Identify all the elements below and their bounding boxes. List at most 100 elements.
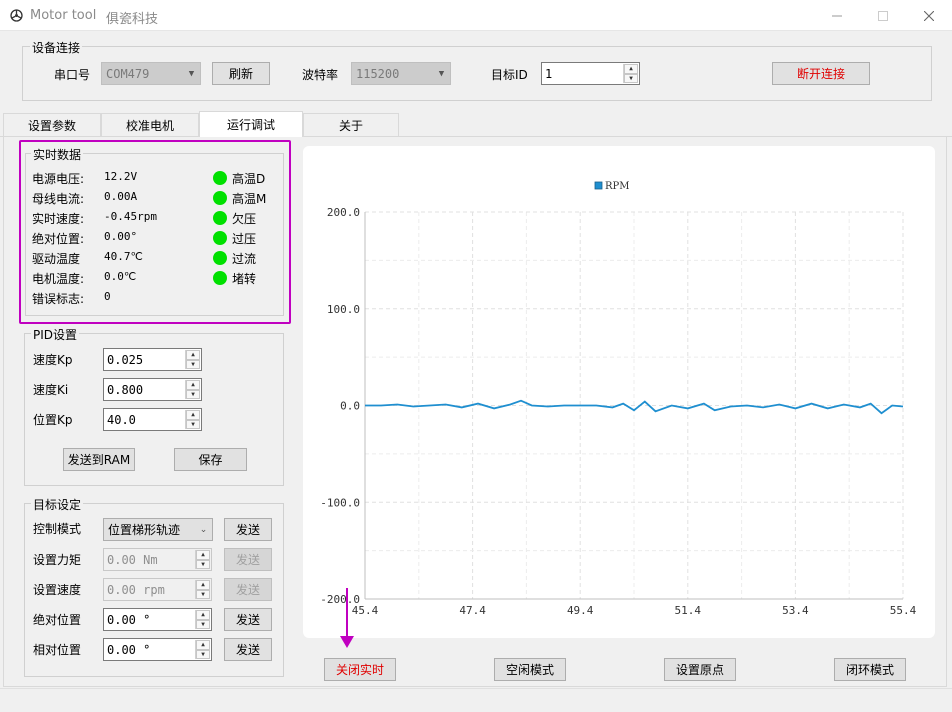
y-tick-label: 200.0 bbox=[327, 206, 360, 219]
target-stepper[interactable]: 0.00 ° ▲ ▼ bbox=[103, 608, 212, 631]
target-label: 相对位置 bbox=[33, 643, 82, 657]
pid-stepper[interactable]: 0.025 ▲ ▼ bbox=[103, 348, 202, 371]
maximize-button[interactable] bbox=[860, 0, 906, 31]
window-title: Motor tool bbox=[30, 8, 97, 23]
chevron-down-icon: ⌄ bbox=[199, 524, 208, 535]
port-label: 串口号 bbox=[54, 68, 91, 82]
target-send-button[interactable]: 发送 bbox=[224, 548, 272, 571]
x-tick-label: 53.4 bbox=[782, 604, 809, 617]
control-mode-select[interactable]: 位置梯形轨迹 ⌄ bbox=[103, 518, 213, 541]
spin-down-icon[interactable]: ▼ bbox=[196, 589, 210, 599]
tab-settings[interactable]: 设置参数 bbox=[3, 113, 101, 136]
set-origin-button[interactable]: 设置原点 bbox=[664, 658, 736, 681]
maximize-icon bbox=[878, 10, 888, 21]
target-label: 设置速度 bbox=[33, 583, 82, 597]
target-send-button[interactable]: 发送 bbox=[224, 638, 272, 661]
spin-down-icon[interactable]: ▼ bbox=[186, 389, 200, 399]
status-led-icon bbox=[213, 231, 227, 245]
target-id-stepper[interactable]: 1 ▲ ▼ bbox=[541, 62, 640, 85]
baud-label: 波特率 bbox=[302, 68, 339, 82]
pid-label: 速度Kp bbox=[33, 353, 73, 367]
pid-value: 0.800 bbox=[107, 382, 144, 397]
target-label: 绝对位置 bbox=[33, 613, 82, 627]
refresh-button[interactable]: 刷新 bbox=[212, 62, 270, 85]
close-realtime-button[interactable]: 关闭实时 bbox=[324, 658, 396, 681]
realtime-label: 实时速度: bbox=[32, 212, 85, 226]
pid-title: PID设置 bbox=[31, 326, 80, 343]
target-value: 0.00 ° bbox=[107, 612, 151, 627]
closed-loop-button[interactable]: 闭环模式 bbox=[834, 658, 906, 681]
realtime-value: 40.7℃ bbox=[104, 250, 143, 263]
spin-down-icon[interactable]: ▼ bbox=[186, 359, 200, 369]
status-led-icon bbox=[213, 251, 227, 265]
target-stepper[interactable]: 0.00 ° ▲ ▼ bbox=[103, 638, 212, 661]
spin-up-icon[interactable]: ▲ bbox=[196, 550, 210, 560]
tab-run-debug[interactable]: 运行调试 bbox=[199, 111, 303, 137]
realtime-value: 0 bbox=[104, 290, 111, 303]
y-tick-label: 100.0 bbox=[327, 303, 360, 316]
tab-calibrate[interactable]: 校准电机 bbox=[101, 113, 199, 136]
spin-up-icon[interactable]: ▲ bbox=[196, 580, 210, 590]
target-value: 0.00 rpm bbox=[107, 582, 165, 597]
spin-up-icon[interactable]: ▲ bbox=[196, 640, 210, 650]
realtime-value: -0.45rpm bbox=[104, 210, 157, 223]
minimize-button[interactable] bbox=[814, 0, 860, 31]
realtime-value: 0.0℃ bbox=[104, 270, 137, 283]
target-id-label: 目标ID bbox=[491, 68, 528, 82]
port-value: COM479 bbox=[106, 66, 150, 81]
tab-about[interactable]: 关于 bbox=[303, 113, 399, 136]
target-send-button[interactable]: 发送 bbox=[224, 578, 272, 601]
status-led-label: 过流 bbox=[232, 252, 257, 266]
spin-up-icon[interactable]: ▲ bbox=[186, 380, 200, 390]
send-mode-button[interactable]: 发送 bbox=[224, 518, 272, 541]
y-tick-label: 0.0 bbox=[340, 400, 360, 413]
control-mode-value: 位置梯形轨迹 bbox=[108, 523, 181, 537]
legend-swatch bbox=[594, 181, 603, 190]
realtime-label: 错误标志: bbox=[32, 292, 85, 306]
close-button[interactable] bbox=[906, 0, 952, 31]
realtime-value: 0.00° bbox=[104, 230, 138, 243]
baud-select[interactable]: 115200 ▼ bbox=[351, 62, 451, 85]
app-icon bbox=[10, 9, 23, 22]
target-title: 目标设定 bbox=[31, 496, 84, 513]
status-led-icon bbox=[213, 171, 227, 185]
annotation-arrow-icon bbox=[340, 588, 354, 648]
status-led-label: 高温M bbox=[232, 192, 267, 206]
spin-up-icon[interactable]: ▲ bbox=[186, 350, 200, 360]
spin-down-icon[interactable]: ▼ bbox=[196, 619, 210, 629]
chart-panel: 200.0 100.0 0.0 -100.0 -200.0 45.4 47.4 49.4 51.… bbox=[303, 146, 935, 638]
target-send-button[interactable]: 发送 bbox=[224, 608, 272, 631]
status-bar bbox=[0, 688, 952, 712]
y-tick-label: -100.0 bbox=[320, 496, 360, 509]
spin-up-icon[interactable]: ▲ bbox=[196, 610, 210, 620]
spin-down-icon[interactable]: ▼ bbox=[196, 559, 210, 569]
idle-mode-button[interactable]: 空闲模式 bbox=[494, 658, 566, 681]
pid-stepper[interactable]: 0.800 ▲ ▼ bbox=[103, 378, 202, 401]
minimize-icon bbox=[832, 15, 842, 16]
baud-value: 115200 bbox=[356, 66, 400, 81]
window-brand: 俱瓷科技 bbox=[106, 12, 159, 27]
target-label: 设置力矩 bbox=[33, 553, 82, 567]
chevron-down-icon: ▼ bbox=[188, 68, 195, 79]
spin-up-icon[interactable]: ▲ bbox=[186, 410, 200, 420]
port-select[interactable]: COM479 ▼ bbox=[101, 62, 201, 85]
disconnect-button[interactable]: 断开连接 bbox=[772, 62, 870, 85]
x-tick-label: 47.4 bbox=[459, 604, 486, 617]
legend-label: RPM bbox=[605, 181, 630, 192]
spin-down-icon[interactable]: ▼ bbox=[196, 649, 210, 659]
spin-up-icon[interactable]: ▲ bbox=[624, 64, 638, 74]
spin-down-icon[interactable]: ▼ bbox=[186, 419, 200, 429]
status-led-icon bbox=[213, 191, 227, 205]
pid-value: 0.025 bbox=[107, 352, 144, 367]
realtime-value: 12.2V bbox=[104, 170, 138, 183]
spin-down-icon[interactable]: ▼ bbox=[624, 73, 638, 83]
target-stepper[interactable]: 0.00 rpm ▲ ▼ bbox=[103, 578, 212, 601]
pid-label: 位置Kp bbox=[33, 413, 73, 427]
pid-stepper[interactable]: 40.0 ▲ ▼ bbox=[103, 408, 202, 431]
send-to-ram-button[interactable]: 发送到RAM bbox=[63, 448, 135, 471]
target-value: 0.00 ° bbox=[107, 642, 151, 657]
target-stepper[interactable]: 0.00 Nm ▲ ▼ bbox=[103, 548, 212, 571]
status-led-icon bbox=[213, 271, 227, 285]
pid-value: 40.0 bbox=[107, 412, 136, 427]
save-button[interactable]: 保存 bbox=[174, 448, 247, 471]
